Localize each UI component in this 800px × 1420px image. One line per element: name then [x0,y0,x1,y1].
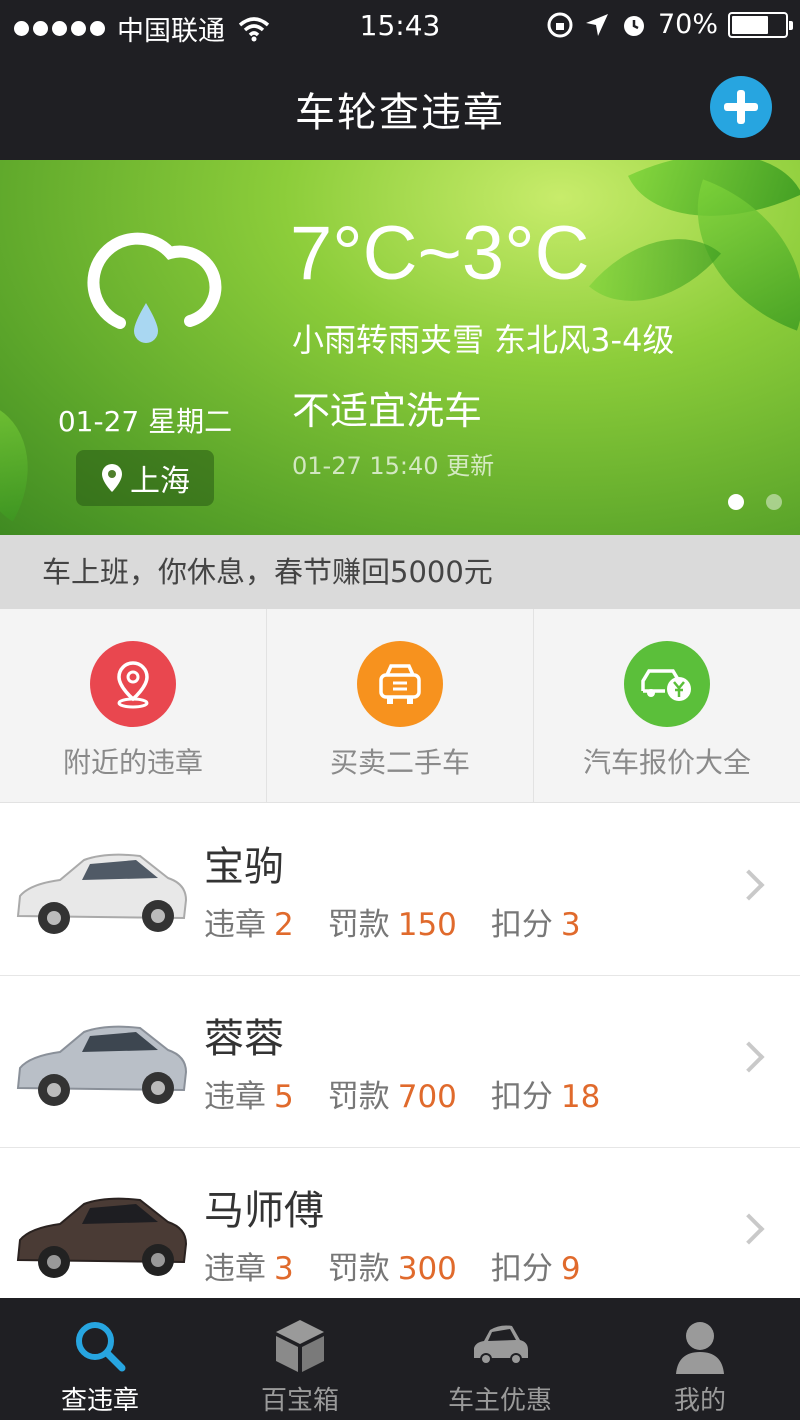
quick-action-used-cars[interactable]: 买卖二手车 [267,609,534,802]
car-row[interactable]: 马师傅 违章 3 罚款 300 扣分 9 [0,1148,800,1298]
car-stats: 违章 5 罚款 700 扣分 18 [204,1071,634,1116]
car-photo [10,826,192,954]
alarm-icon [623,15,644,36]
violations-label: 违章 [204,1079,266,1115]
tab-me[interactable]: 我的 [600,1298,800,1420]
pager-dot[interactable] [766,494,782,510]
promo-banner[interactable]: 车上班，你休息，春节赚回5000元 [0,535,800,609]
fine-amount: 300 [397,1251,457,1287]
points-label: 扣分 [490,907,553,943]
city-selector[interactable]: 上海 [76,450,214,506]
qa-icon-circle [357,641,443,727]
tab-check-violations[interactable]: 查违章 [0,1298,200,1420]
violations-count: 5 [274,1079,294,1115]
tab-owner-deals[interactable]: 车主优惠 [400,1298,600,1420]
qa-icon-circle [624,641,710,727]
points-count: 3 [560,907,581,943]
car-list: 宝驹 违章 2 罚款 150 扣分 3 蓉蓉 违章 5 罚款 700 扣分 18 马师傅 违章 3 罚款… [0,804,800,1298]
add-car-button[interactable] [710,76,772,138]
tab-bar: 查违章 百宝箱 车主优惠 我的 [0,1298,800,1420]
tab-toolbox[interactable]: 百宝箱 [200,1298,400,1420]
status-bar: 中国联通 15:43 70% [0,0,800,52]
update-time: 01-27 15:40 更新 [292,452,495,480]
quick-action-label: 汽车报价大全 [582,746,751,779]
quick-action-nearby-violations[interactable]: 附近的违章 [0,609,267,802]
battery-icon [728,11,793,38]
car-stats: 违章 3 罚款 300 扣分 9 [204,1243,615,1288]
car-name: 蓉蓉 [204,1016,284,1062]
location-arrow-icon [585,13,608,36]
quick-action-car-prices[interactable]: 汽车报价大全 [534,609,800,802]
violations-count: 2 [274,907,294,943]
pager-dot[interactable] [728,494,744,510]
page-title: 车轮查违章 [295,90,505,136]
car-price-icon [641,669,691,701]
fine-label: 罚款 [327,1251,390,1287]
car-row[interactable]: 蓉蓉 违章 5 罚款 700 扣分 18 [0,976,800,1148]
qa-icon-circle [90,641,176,727]
chevron-right-icon [733,869,765,901]
chevron-right-icon [733,1041,765,1073]
city-name: 上海 [130,464,190,499]
car-icon [474,1325,528,1365]
weather-date: 01-27 星期二 [57,405,233,438]
car-photo [10,1170,192,1298]
temperature-range: 7°C~3°C [290,211,590,296]
violations-label: 违章 [204,907,266,943]
tab-label: 查违章 [60,1386,139,1416]
battery-percent: 70% [657,9,718,40]
quick-action-label: 附近的违章 [62,746,203,779]
rotation-lock-icon [547,12,573,37]
violations-label: 违章 [204,1251,266,1287]
location-pin-icon [117,661,149,709]
fine-amount: 150 [397,907,457,943]
tab-label: 车主优惠 [447,1386,552,1416]
points-label: 扣分 [490,1251,553,1287]
chevron-right-icon [733,1213,765,1245]
search-icon [76,1322,126,1372]
fine-label: 罚款 [327,907,390,943]
box-icon [276,1320,324,1372]
fine-label: 罚款 [327,1079,390,1115]
car-sale-icon [379,664,421,704]
car-name: 宝驹 [204,844,284,890]
cloud-rain-drop-icon [87,232,222,343]
points-count: 9 [560,1251,581,1287]
weather-condition: 小雨转雨夹雪 东北风3-4级 [292,321,675,359]
car-stats: 违章 2 罚款 150 扣分 3 [204,899,615,944]
violations-count: 3 [274,1251,294,1287]
banner-pager[interactable] [728,494,782,510]
location-pin-icon [102,464,122,492]
quick-actions: 附近的违章 买卖二手车 汽车报价大全 [0,609,800,803]
tab-label: 百宝箱 [260,1386,339,1416]
quick-action-label: 买卖二手车 [329,746,470,779]
points-count: 18 [560,1079,601,1115]
car-name: 马师傅 [204,1188,324,1234]
car-wash-advice: 不适宜洗车 [292,389,483,433]
tab-label: 我的 [673,1386,726,1416]
battery-fill [732,15,769,34]
fine-amount: 700 [397,1079,457,1115]
points-label: 扣分 [490,1079,553,1115]
nav-bar: 车轮查违章 [0,52,800,160]
car-photo [10,998,192,1126]
status-right: 70% [546,9,793,40]
user-icon [676,1322,724,1374]
car-row[interactable]: 宝驹 违章 2 罚款 150 扣分 3 [0,804,800,976]
weather-banner[interactable]: 01-27 星期二 上海 7°C~3°C 小雨转雨夹雪 东北风3-4级 不适宜洗… [0,160,800,535]
